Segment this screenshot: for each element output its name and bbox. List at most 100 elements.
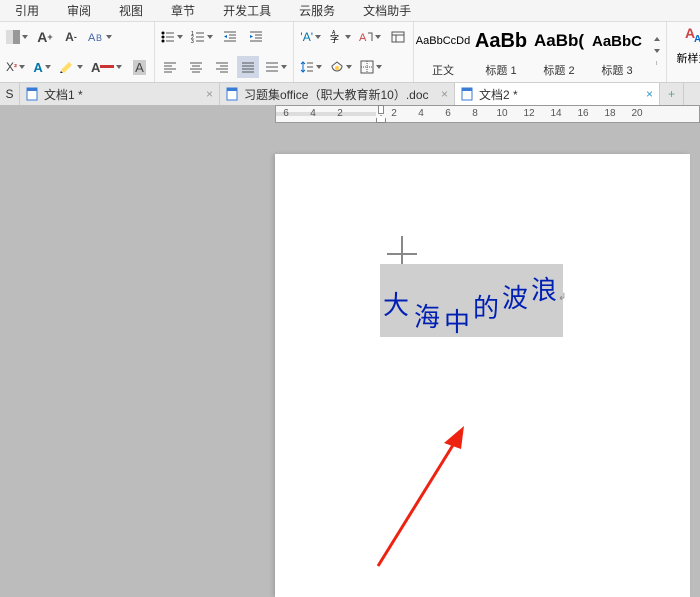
decrease-font-icon[interactable]: A- bbox=[60, 26, 82, 48]
increase-indent-icon[interactable] bbox=[245, 26, 267, 48]
ruler-tick: 4 bbox=[303, 108, 323, 119]
align-justify-icon[interactable] bbox=[237, 56, 259, 78]
ruler-tick: 16 bbox=[573, 108, 593, 119]
shading-icon[interactable] bbox=[328, 56, 354, 78]
decrease-indent-icon[interactable] bbox=[219, 26, 241, 48]
ribbon-group-styles: AaBbCcDd 正文 AaBb 标题 1 AaBb( 标题 2 AaBbC 标… bbox=[414, 22, 667, 82]
ruler-tick: 4 bbox=[411, 108, 431, 119]
line-spacing-icon[interactable] bbox=[298, 56, 324, 78]
ribbon-group-spacing: 'A' A字 A bbox=[294, 22, 414, 82]
char-shading-icon[interactable]: A bbox=[128, 56, 150, 78]
new-style-icon: AA bbox=[682, 24, 700, 46]
borders-icon[interactable] bbox=[358, 56, 384, 78]
ruler-tick: 12 bbox=[519, 108, 539, 119]
workspace: 6422468101214161820 大海中的波浪↲ 下降和上升效果 bbox=[0, 105, 700, 597]
menu-item-cloud[interactable]: 云服务 bbox=[299, 2, 335, 19]
edit-dropdown-icon[interactable] bbox=[4, 26, 30, 48]
menu-item-review[interactable]: 审阅 bbox=[67, 2, 91, 19]
svg-text:3: 3 bbox=[191, 39, 194, 44]
menu-item-devtools[interactable]: 开发工具 bbox=[223, 2, 271, 19]
increase-font-icon[interactable]: A+ bbox=[34, 26, 56, 48]
tab-label: 习题集office（职大教育新10）.doc bbox=[244, 86, 429, 103]
menu-bar: 引用 审阅 视图 章节 开发工具 云服务 文档助手 bbox=[0, 0, 700, 22]
text-color-icon[interactable]: A bbox=[89, 56, 124, 78]
svg-text:A: A bbox=[694, 34, 700, 45]
svg-text:B: B bbox=[96, 33, 102, 43]
tab-close-icon[interactable]: × bbox=[646, 87, 653, 101]
tab-label: 文档2 * bbox=[479, 86, 518, 103]
document-page[interactable]: 大海中的波浪↲ bbox=[275, 154, 690, 597]
style-preview: AaBbCcDd bbox=[416, 35, 470, 47]
document-char: 浪 bbox=[531, 270, 557, 307]
ruler-tick: 2 bbox=[330, 108, 350, 119]
superscript-icon[interactable]: X² bbox=[4, 56, 27, 78]
new-style-button[interactable]: AA 新样式 bbox=[671, 24, 700, 66]
style-label: 正文 bbox=[414, 60, 472, 80]
align-right-icon[interactable] bbox=[211, 56, 233, 78]
ruler-tick: 14 bbox=[546, 108, 566, 119]
tab-label: 文档1 * bbox=[44, 86, 83, 103]
svg-text:字: 字 bbox=[330, 33, 339, 44]
ruler-tick: 8 bbox=[465, 108, 485, 119]
tab-stub[interactable]: S bbox=[0, 83, 20, 105]
menu-item-cite[interactable]: 引用 bbox=[15, 2, 39, 19]
ribbon-group-font: A+ A- AB X² A A A bbox=[0, 22, 155, 82]
bullets-icon[interactable] bbox=[159, 26, 185, 48]
ruler-tick: 6 bbox=[438, 108, 458, 119]
style-preview: AaBbC bbox=[592, 33, 642, 50]
document-tabbar: S 文档1 * × 习题集office（职大教育新10）.doc × 文档2 *… bbox=[0, 83, 700, 105]
ribbon-group-paragraph: 123 bbox=[155, 22, 294, 82]
ruler-tick: 6 bbox=[276, 108, 296, 119]
ruler-tick: 10 bbox=[492, 108, 512, 119]
highlight-icon[interactable] bbox=[57, 56, 85, 78]
paragraph-mark-icon: ↲ bbox=[558, 292, 566, 303]
ruler-tick: 18 bbox=[600, 108, 620, 119]
text-direction-icon[interactable]: A bbox=[357, 26, 383, 48]
document-char: 大 bbox=[383, 285, 409, 322]
font-color-icon[interactable]: A bbox=[31, 56, 53, 78]
tab-workbook[interactable]: 习题集office（职大教育新10）.doc × bbox=[220, 83, 455, 105]
menu-item-view[interactable]: 视图 bbox=[119, 2, 143, 19]
char-spacing-icon[interactable]: 'A' bbox=[298, 26, 323, 48]
doc-icon bbox=[461, 87, 473, 101]
align-center-icon[interactable] bbox=[185, 56, 207, 78]
doc-icon bbox=[226, 87, 238, 101]
menu-item-section[interactable]: 章节 bbox=[171, 2, 195, 19]
tab-close-icon[interactable]: × bbox=[206, 87, 213, 101]
ruler-tick: 2 bbox=[384, 108, 404, 119]
tab-add-icon[interactable]: + bbox=[660, 83, 684, 105]
style-label: 标题 3 bbox=[588, 60, 646, 80]
change-case-icon[interactable]: AB bbox=[86, 26, 114, 48]
new-style-label: 新样式 bbox=[677, 50, 700, 66]
document-char: 中 bbox=[444, 302, 470, 339]
ribbon: A+ A- AB X² A A A 123 'A' bbox=[0, 22, 700, 83]
style-preview: AaBb( bbox=[534, 31, 584, 51]
menu-item-dochelp[interactable]: 文档助手 bbox=[363, 2, 411, 19]
selected-text-box[interactable]: 大海中的波浪↲ bbox=[380, 264, 563, 337]
style-preview: AaBb bbox=[475, 30, 527, 53]
document-char: 波 bbox=[502, 278, 528, 315]
styles-expand-icon[interactable] bbox=[646, 22, 666, 80]
doc-icon bbox=[26, 87, 38, 101]
align-left-icon[interactable] bbox=[159, 56, 181, 78]
svg-text:A: A bbox=[359, 32, 367, 44]
tab-close-icon[interactable]: × bbox=[441, 87, 448, 101]
tabs-icon[interactable] bbox=[387, 26, 409, 48]
horizontal-ruler[interactable]: 6422468101214161820 bbox=[0, 105, 700, 125]
svg-text:A: A bbox=[88, 32, 96, 44]
tab-doc2[interactable]: 文档2 * × bbox=[455, 83, 660, 105]
style-heading3[interactable]: AaBbC 标题 3 bbox=[588, 22, 646, 80]
style-heading1[interactable]: AaBb 标题 1 bbox=[472, 22, 530, 80]
ribbon-group-newstyle: AA 新样式 bbox=[667, 22, 700, 82]
numbering-icon[interactable]: 123 bbox=[189, 26, 215, 48]
align-distribute-icon[interactable] bbox=[263, 56, 289, 78]
style-normal[interactable]: AaBbCcDd 正文 bbox=[414, 22, 472, 80]
document-char: 海 bbox=[414, 297, 440, 334]
phonetic-guide-icon[interactable]: A字 bbox=[327, 26, 353, 48]
ruler-tick: 20 bbox=[627, 108, 647, 119]
style-label: 标题 2 bbox=[530, 60, 588, 80]
document-char: 的 bbox=[473, 288, 499, 325]
style-label: 标题 1 bbox=[472, 60, 530, 80]
style-heading2[interactable]: AaBb( 标题 2 bbox=[530, 22, 588, 80]
tab-doc1[interactable]: 文档1 * × bbox=[20, 83, 220, 105]
